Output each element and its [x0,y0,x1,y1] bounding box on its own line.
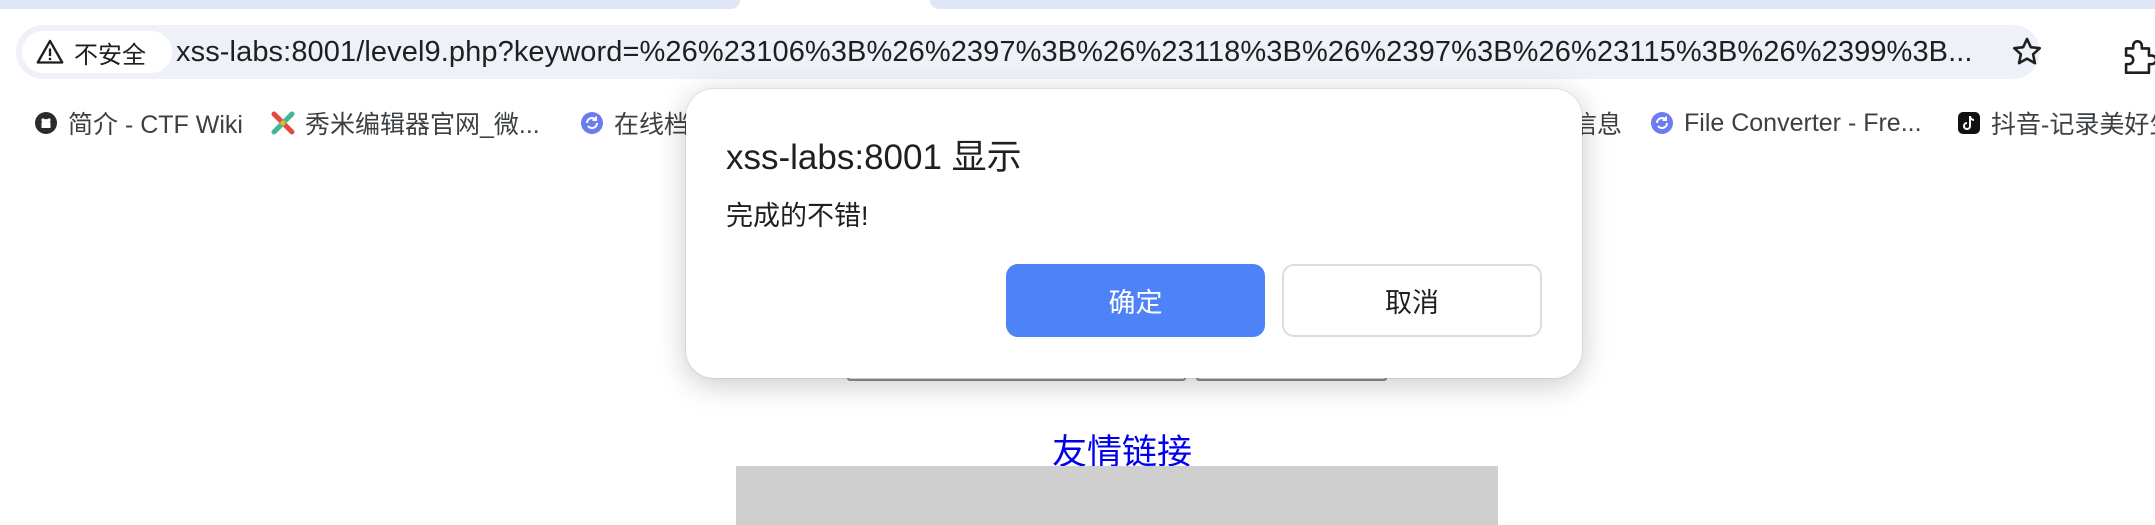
extensions-icon[interactable] [2120,37,2155,77]
dialog-message: 完成的不错! [726,201,869,231]
bookmark-label: 在线档 [614,111,690,139]
sync-icon [1651,112,1673,134]
cancel-button[interactable]: 取消 [1282,264,1542,337]
dialog-title: xss-labs:8001 显示 [726,138,1022,177]
bookmark-online-doc[interactable]: 在线档 [580,100,689,146]
github-icon [35,112,57,134]
alert-dialog: xss-labs:8001 显示 完成的不错! 确定 取消 [686,89,1582,378]
address-bar[interactable]: 不安全 xss-labs:8001/level9.php?keyword=%26… [16,25,2042,79]
url-text[interactable]: xss-labs:8001/level9.php?keyword=%26%231… [176,33,1976,71]
security-label: 不安全 [74,41,146,69]
browser-toolbar: 不安全 xss-labs:8001/level9.php?keyword=%26… [0,9,2155,84]
page-image [736,466,1498,525]
bookmark-label: File Converter - Fre... [1684,108,1922,137]
tab-strip [0,0,2155,9]
sync-icon [581,112,603,134]
bookmark-label: 抖音-记录美好生 [1991,111,2155,139]
tab-inactive-right[interactable] [930,0,2155,9]
bookmark-ctf-wiki[interactable]: 简介 - CTF Wiki [34,100,243,146]
bookmark-star-icon[interactable] [2010,35,2044,69]
xiumi-icon [271,111,295,135]
bookmark-file-converter[interactable]: File Converter - Fre... [1650,100,1922,146]
bookmark-label: 简介 - CTF Wiki [68,111,243,139]
ok-button[interactable]: 确定 [1006,264,1265,337]
bookmark-douyin[interactable]: 抖音-记录美好生 [1957,100,2155,146]
tiktok-icon [1958,112,1980,134]
bookmark-label: 秀米编辑器官网_微... [305,111,540,139]
bookmark-xiumi[interactable]: 秀米编辑器官网_微... [271,100,540,146]
tab-inactive-left[interactable] [0,0,740,9]
security-indicator-chip[interactable]: 不安全 [22,31,172,73]
warning-icon [36,39,64,64]
